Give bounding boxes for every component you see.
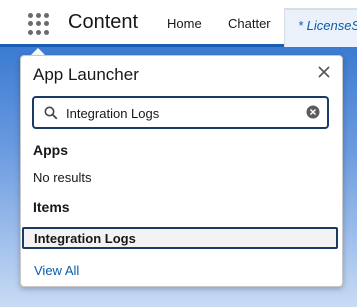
app-name: Content — [68, 11, 139, 33]
search-input[interactable] — [66, 103, 298, 123]
global-navigation-bar: Content Home Chatter * LicenseS — [0, 0, 357, 47]
items-section-title: Items — [33, 199, 70, 215]
app-launcher-popover: App Launcher Apps No results Items Integ… — [20, 55, 343, 287]
app-launcher-search-box[interactable] — [32, 96, 329, 129]
view-all-link[interactable]: View All — [34, 263, 79, 278]
close-icon[interactable] — [317, 66, 331, 80]
search-icon — [44, 106, 58, 120]
app-launcher-title: App Launcher — [33, 65, 139, 84]
clear-icon[interactable] — [306, 105, 320, 119]
nav-tab-licenses[interactable]: * LicenseS — [284, 8, 357, 47]
nav-item-home[interactable]: Home — [167, 16, 202, 31]
apps-no-results: No results — [33, 170, 92, 185]
nav-item-chatter[interactable]: Chatter — [228, 16, 271, 31]
app-launcher-waffle-icon[interactable] — [28, 13, 50, 35]
item-result-label: Integration Logs — [34, 231, 136, 246]
item-result-integration-logs[interactable]: Integration Logs — [22, 227, 338, 249]
nav-tab-licenses-label: * LicenseS — [298, 18, 357, 33]
apps-section-title: Apps — [33, 142, 68, 158]
